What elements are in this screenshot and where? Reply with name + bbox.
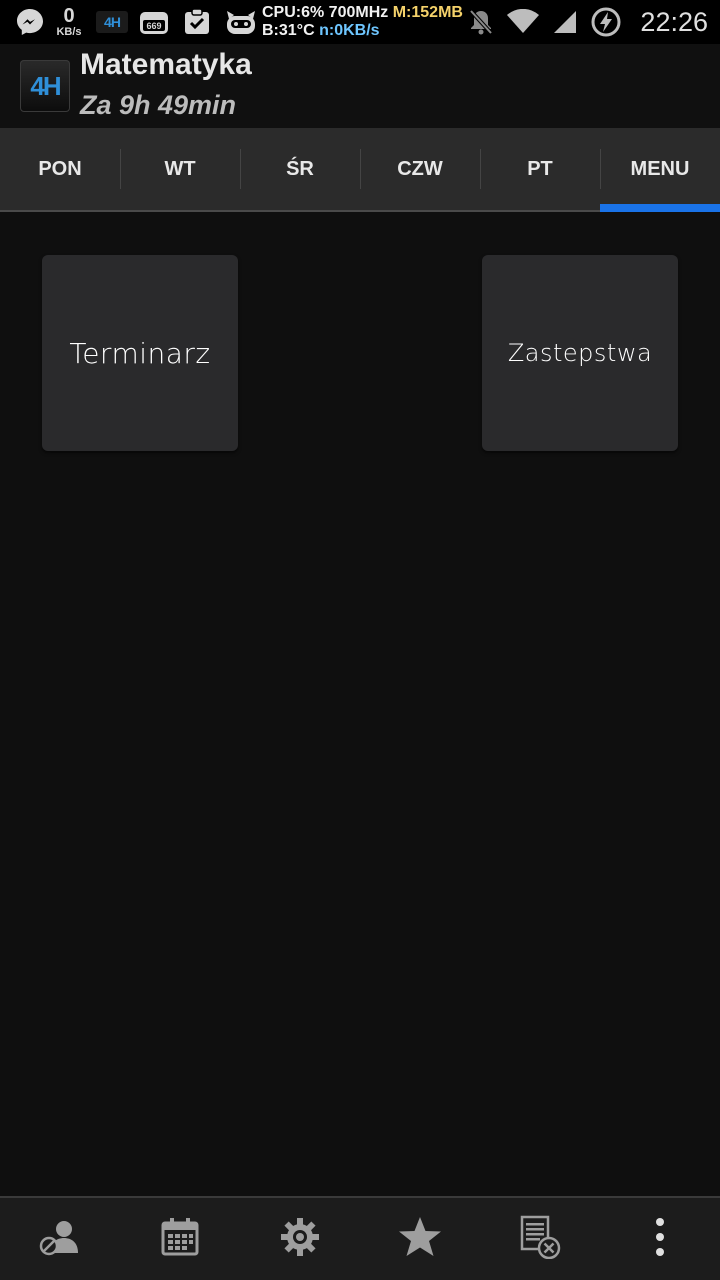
tab-sr[interactable]: ŚR — [240, 128, 360, 210]
cpu-text: CPU:6% 700MHz — [262, 4, 389, 21]
terminarz-button[interactable]: Terminarz — [42, 255, 238, 451]
net-speed-indicator: 0 KB/s — [52, 6, 86, 38]
tab-czw[interactable]: CZW — [360, 128, 480, 210]
network-rate-text: n:0KB/s — [319, 22, 380, 39]
clipboard-check-icon — [182, 7, 212, 37]
system-stats: CPU:6% 700MHz M:152MB B:31°C n:0KB/s — [262, 4, 463, 40]
overflow-menu-icon — [654, 1217, 666, 1262]
overflow-menu-button[interactable] — [600, 1198, 720, 1280]
battery-temp-text: B:31°C — [262, 22, 315, 39]
clear-list-button[interactable] — [480, 1198, 600, 1280]
counter-icon: 669 — [138, 8, 170, 36]
star-icon — [397, 1215, 443, 1264]
net-speed-unit: KB/s — [56, 26, 82, 38]
messenger-icon — [14, 6, 46, 38]
calendar-button[interactable] — [120, 1198, 240, 1280]
app-header: 4H Matematyka Za 9h 49min — [0, 44, 720, 128]
contact-block-button[interactable] — [0, 1198, 120, 1280]
cyanogen-icon — [224, 7, 258, 37]
zastepstwa-button[interactable]: Zastepstwa — [482, 255, 678, 451]
mem-text: M:152MB — [392, 4, 463, 21]
bottom-action-bar — [0, 1196, 720, 1280]
calendar-icon — [160, 1217, 200, 1262]
clock: 22:26 — [640, 6, 708, 37]
lesson-title: Matematyka — [80, 48, 252, 81]
notifications-off-icon — [468, 8, 494, 36]
app-screen: 0 KB/s 4H 669 CPU:6% 700MHz M:152MB B:31… — [0, 0, 720, 1280]
day-tabs: PON WT ŚR CZW PT MENU — [0, 128, 720, 212]
app-logo[interactable]: 4H — [20, 60, 70, 112]
menu-content: Terminarz Zastepstwa — [0, 212, 720, 1196]
settings-button[interactable] — [240, 1198, 360, 1280]
wifi-icon — [506, 9, 540, 35]
lesson-countdown: Za 9h 49min — [80, 90, 237, 120]
status-bar: 0 KB/s 4H 669 CPU:6% 700MHz M:152MB B:31… — [0, 0, 720, 44]
tab-menu[interactable]: MENU — [600, 128, 720, 212]
net-speed-value: 0 — [63, 5, 75, 27]
contact-block-icon — [38, 1217, 82, 1262]
tab-pt[interactable]: PT — [480, 128, 600, 210]
favorites-button[interactable] — [360, 1198, 480, 1280]
tab-pon[interactable]: PON — [0, 128, 120, 210]
list-remove-icon — [519, 1215, 561, 1264]
battery-charging-icon — [590, 6, 622, 38]
tab-wt[interactable]: WT — [120, 128, 240, 210]
counter-badge-text: 669 — [146, 21, 161, 31]
signal-icon — [552, 9, 578, 35]
4h-app-icon: 4H — [96, 11, 128, 33]
settings-gear-icon — [280, 1217, 320, 1262]
